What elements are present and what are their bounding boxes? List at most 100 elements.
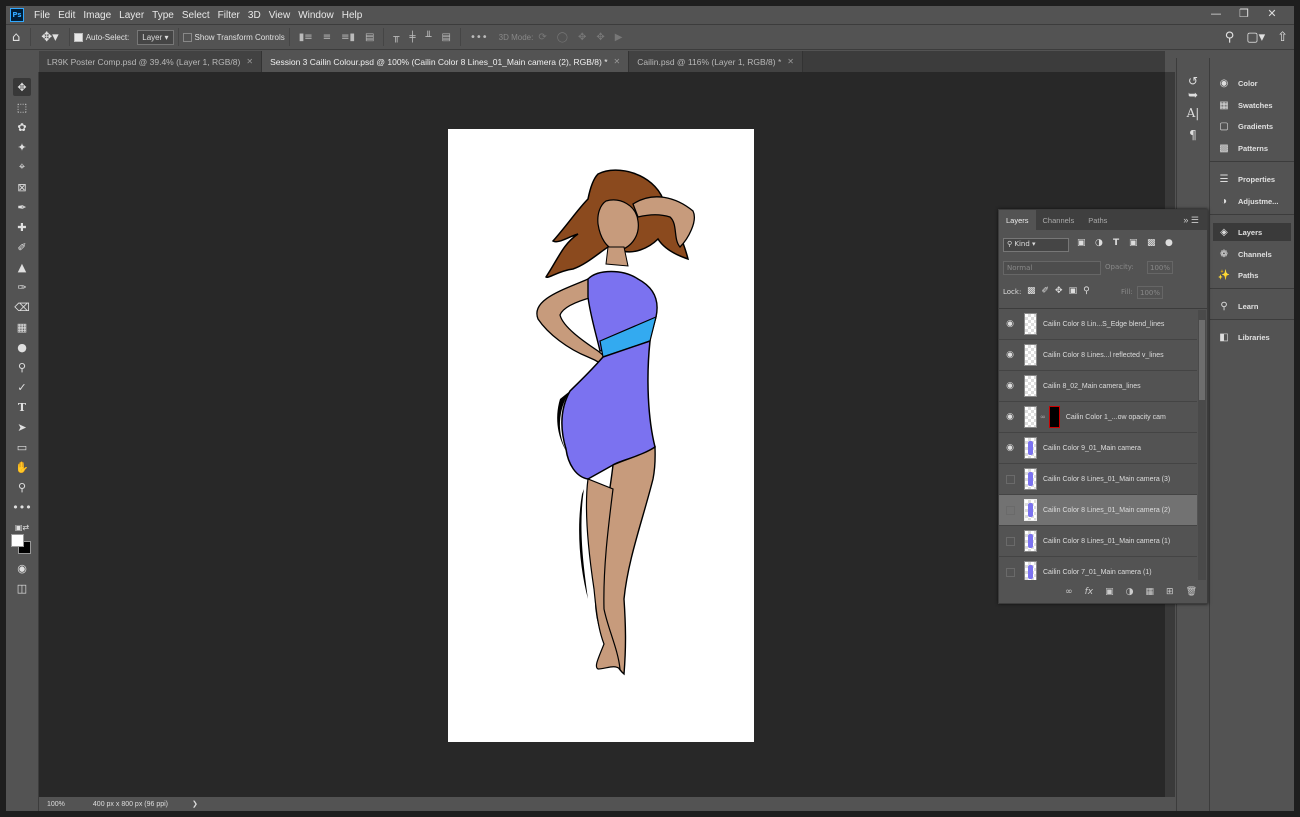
- eyedropper-tool-icon[interactable]: ✒: [13, 198, 31, 216]
- new-layer-icon[interactable]: ⊞: [1166, 587, 1174, 597]
- visibility-eye-icon[interactable]: ◉: [999, 350, 1021, 360]
- crop-tool-icon[interactable]: ⌖: [13, 158, 31, 176]
- tab-lr9k-poster[interactable]: LR9K Poster Comp.psd @ 39.4% (Layer 1, R…: [39, 51, 263, 72]
- visibility-eye-icon[interactable]: ◉: [999, 319, 1021, 329]
- menu-type[interactable]: Type: [148, 10, 178, 21]
- dock-properties[interactable]: ☰ Properties: [1213, 170, 1291, 188]
- character-icon[interactable]: A|: [1185, 106, 1201, 120]
- hand-tool-icon[interactable]: ✋: [13, 458, 31, 476]
- marquee-tool-icon[interactable]: ⬚: [13, 98, 31, 116]
- tab-channels[interactable]: Channels: [1036, 210, 1082, 230]
- layer-row[interactable]: ◉ Cailin 8_02_Main camera_lines: [999, 371, 1197, 402]
- filter-smart-object-icon[interactable]: ▩: [1147, 238, 1156, 248]
- move-tool-icon[interactable]: ✥: [13, 78, 31, 96]
- path-selection-tool-icon[interactable]: ➤: [13, 418, 31, 436]
- rectangle-tool-icon[interactable]: ▭: [13, 438, 31, 456]
- workspace-icon[interactable]: ▢▾: [1240, 30, 1271, 45]
- status-menu-arrow-icon[interactable]: ❯: [192, 800, 198, 808]
- stamp-tool-icon[interactable]: ▲: [13, 258, 31, 276]
- scrollbar-thumb[interactable]: [1199, 320, 1205, 400]
- dock-learn[interactable]: ⚲ Learn: [1213, 297, 1291, 315]
- link-layers-icon[interactable]: ∞: [1065, 587, 1073, 597]
- magic-wand-tool-icon[interactable]: ✦: [13, 138, 31, 156]
- pen-tool-icon[interactable]: ✓: [13, 378, 31, 396]
- filter-pixel-icon[interactable]: ▣: [1077, 238, 1086, 248]
- menu-select[interactable]: Select: [178, 10, 214, 21]
- history-icon[interactable]: ↺: [1185, 74, 1201, 88]
- auto-select-checkbox[interactable]: [73, 32, 83, 42]
- distribute-vertical-icon[interactable]: ▤: [437, 32, 456, 43]
- align-center-icon[interactable]: ≡: [318, 32, 336, 43]
- history-brush-tool-icon[interactable]: ✑: [13, 278, 31, 296]
- 3d-pan-icon[interactable]: ✥: [573, 32, 591, 43]
- document-canvas[interactable]: [448, 129, 754, 742]
- tab-paths[interactable]: Paths: [1081, 210, 1114, 230]
- menu-view[interactable]: View: [265, 10, 295, 21]
- dock-gradients[interactable]: ▢ Gradients: [1213, 117, 1291, 135]
- tab-cailin[interactable]: Cailin.psd @ 116% (Layer 1, RGB/8) * ✕: [629, 51, 803, 72]
- dock-color[interactable]: ◉ Color: [1213, 74, 1291, 92]
- visibility-eye-icon[interactable]: ◉: [999, 443, 1021, 453]
- menu-image[interactable]: Image: [79, 10, 115, 21]
- menu-layer[interactable]: Layer: [115, 10, 148, 21]
- dock-patterns[interactable]: ▩ Patterns: [1213, 139, 1291, 157]
- distribute-icon[interactable]: ▤: [360, 32, 379, 43]
- visibility-toggle[interactable]: [1006, 567, 1015, 577]
- visibility-eye-icon[interactable]: ◉: [999, 381, 1021, 391]
- layer-row[interactable]: Cailin Color 8 Lines_01_Main camera (3): [999, 464, 1197, 495]
- menu-help[interactable]: Help: [338, 10, 367, 21]
- quick-mask-icon[interactable]: ◉: [13, 559, 31, 577]
- 3d-video-icon[interactable]: ▶: [610, 32, 628, 43]
- filter-shape-icon[interactable]: ▣: [1129, 238, 1138, 248]
- foreground-color-swatch[interactable]: [11, 534, 24, 547]
- more-options-icon[interactable]: •••: [465, 32, 493, 43]
- new-group-icon[interactable]: ▦: [1146, 587, 1155, 597]
- align-right-icon[interactable]: ≡▮: [336, 32, 360, 43]
- menu-3d[interactable]: 3D: [244, 10, 265, 21]
- opacity-field[interactable]: 100%: [1147, 261, 1173, 274]
- menu-filter[interactable]: Filter: [214, 10, 244, 21]
- align-left-icon[interactable]: ▮≡: [294, 32, 318, 43]
- fill-field[interactable]: 100%: [1137, 286, 1163, 299]
- dock-layers[interactable]: ◈ Layers: [1213, 223, 1291, 241]
- layer-row[interactable]: Cailin Color 7_01_Main camera (1): [999, 557, 1197, 580]
- 3d-roll-icon[interactable]: ◯: [552, 32, 573, 43]
- brush-tool-icon[interactable]: ✐: [13, 238, 31, 256]
- panel-menu-icon[interactable]: » ☰: [1183, 215, 1199, 226]
- dock-adjustments[interactable]: ◑ Adjustme...: [1213, 192, 1291, 210]
- menu-edit[interactable]: Edit: [54, 10, 79, 21]
- menu-file[interactable]: File: [30, 10, 54, 21]
- healing-brush-tool-icon[interactable]: ✚: [13, 218, 31, 236]
- tab-layers[interactable]: Layers: [999, 210, 1036, 230]
- blur-tool-icon[interactable]: ●: [13, 338, 31, 356]
- visibility-toggle[interactable]: [1006, 474, 1015, 484]
- gradient-tool-icon[interactable]: ▦: [13, 318, 31, 336]
- close-tab-icon[interactable]: ✕: [614, 57, 621, 66]
- dock-swatches[interactable]: ▦ Swatches: [1213, 96, 1291, 114]
- delete-layer-icon[interactable]: 🗑: [1186, 587, 1197, 597]
- actions-icon[interactable]: ➥: [1185, 88, 1201, 102]
- minimize-icon[interactable]: —: [1202, 7, 1230, 20]
- layer-row-selected[interactable]: Cailin Color 8 Lines_01_Main camera (2): [999, 495, 1197, 526]
- show-transform-checkbox[interactable]: [182, 32, 192, 42]
- dock-libraries[interactable]: ◧ Libraries: [1213, 328, 1291, 346]
- new-adjustment-icon[interactable]: ◑: [1126, 587, 1134, 597]
- share-icon[interactable]: ⇧: [1271, 30, 1294, 45]
- edit-toolbar-icon[interactable]: •••: [12, 498, 31, 516]
- zoom-tool-icon[interactable]: ⚲: [13, 478, 31, 496]
- frame-tool-icon[interactable]: ⊠: [13, 178, 31, 196]
- menu-window[interactable]: Window: [294, 10, 338, 21]
- auto-select-dropdown[interactable]: Layer ▾: [137, 29, 174, 45]
- align-bottom-icon[interactable]: ╨: [420, 32, 436, 43]
- visibility-toggle[interactable]: [1006, 536, 1015, 546]
- layer-mask-thumbnail[interactable]: [1048, 406, 1060, 428]
- 3d-orbit-icon[interactable]: ⟳: [533, 32, 551, 43]
- 3d-slide-icon[interactable]: ✥: [591, 32, 609, 43]
- lasso-tool-icon[interactable]: ✿: [13, 118, 31, 136]
- move-tool-preset-icon[interactable]: ✥▾: [35, 30, 64, 45]
- tab-session3-cailin[interactable]: Session 3 Cailin Colour.psd @ 100% (Cail…: [262, 51, 630, 72]
- fx-icon[interactable]: fx: [1085, 587, 1094, 597]
- layer-row[interactable]: ◉ ∞ Cailin Color 1_...ow opacity cam: [999, 402, 1197, 433]
- dock-paths[interactable]: ✨ Paths: [1213, 266, 1291, 284]
- layer-row[interactable]: ◉ Cailin Color 8 Lines...l reflected v_l…: [999, 340, 1197, 371]
